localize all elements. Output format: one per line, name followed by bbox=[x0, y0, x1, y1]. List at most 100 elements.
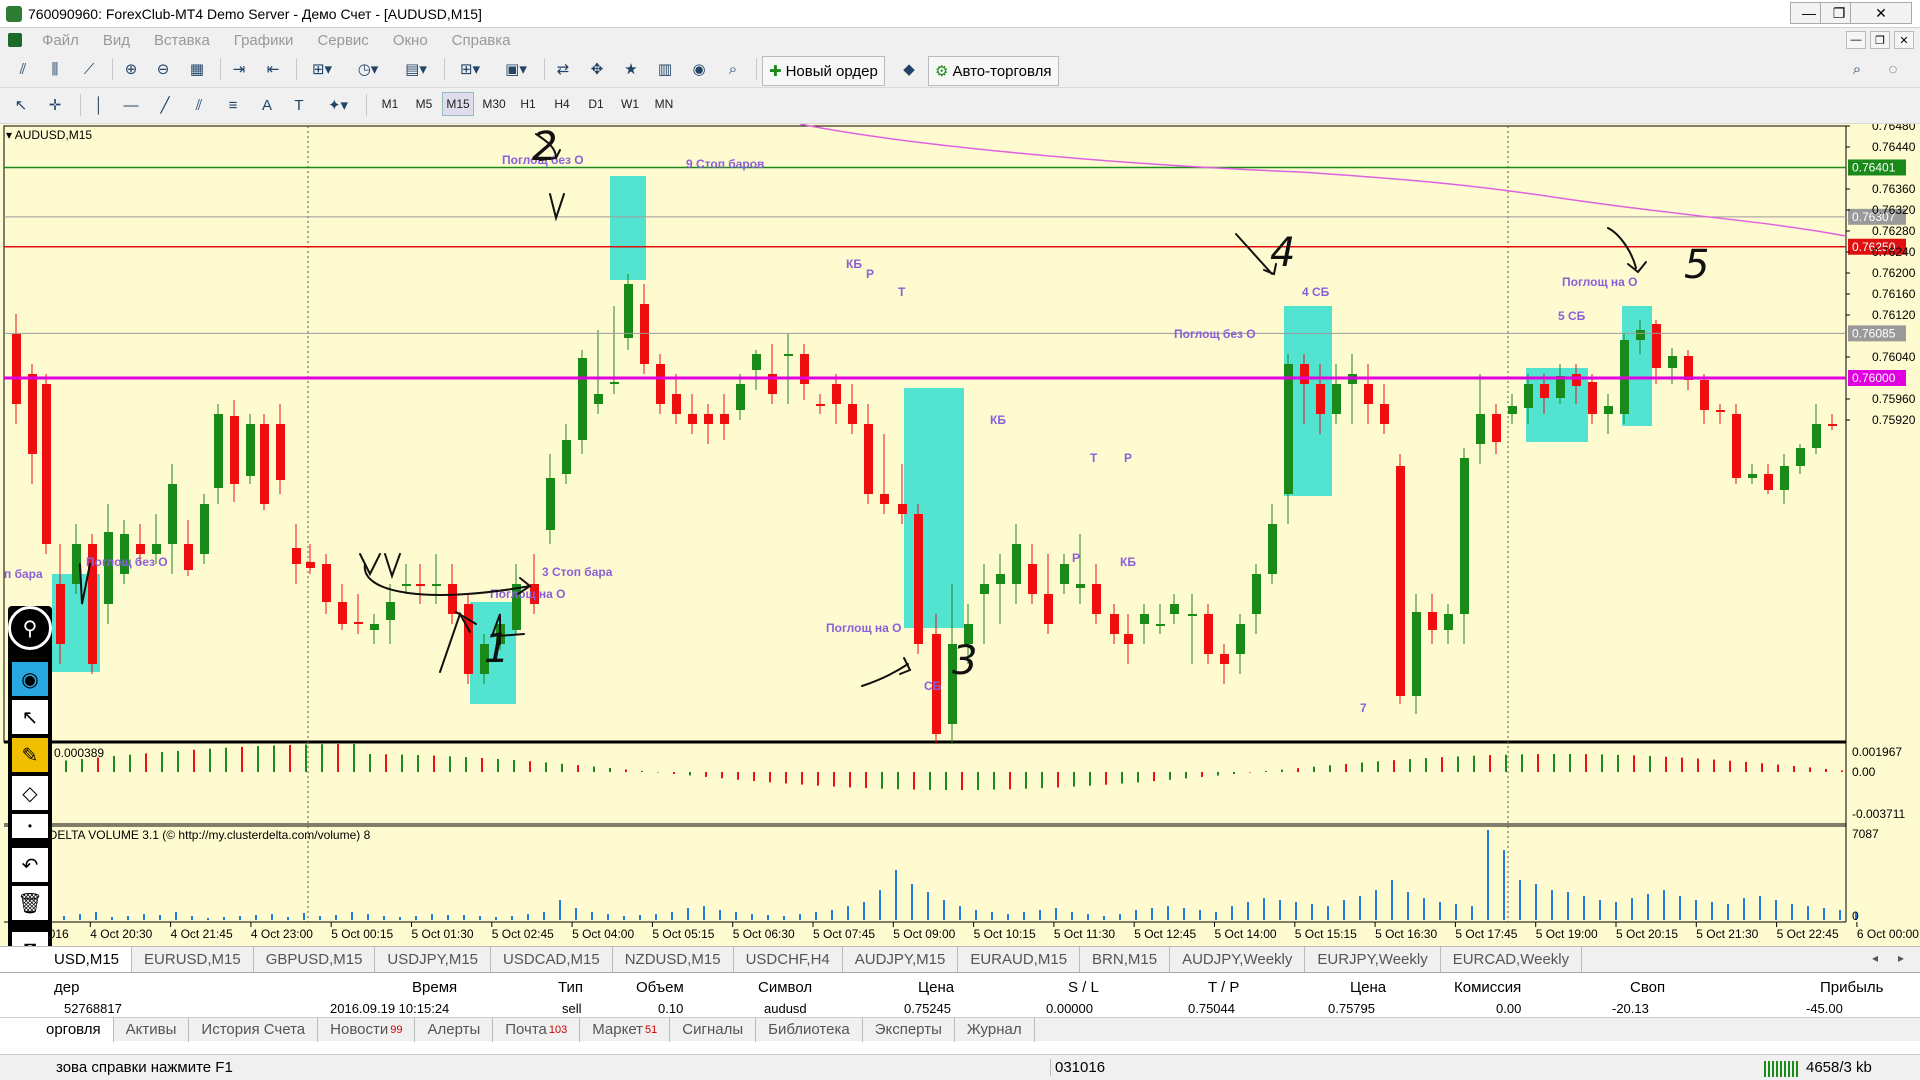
col-symbol[interactable]: Символ bbox=[758, 979, 812, 996]
tab-nzdusd-m15[interactable]: NZDUSD,M15 bbox=[613, 946, 734, 973]
templates-icon[interactable]: ▤▾ bbox=[396, 56, 436, 82]
shapes-icon[interactable]: ✦▾ bbox=[320, 92, 356, 118]
tf-h4[interactable]: H4 bbox=[546, 92, 578, 116]
pencil-icon[interactable]: ✎ bbox=[12, 738, 48, 772]
strategy-tester-icon[interactable]: ◉ bbox=[686, 56, 712, 82]
tab-mail[interactable]: Почта 103 bbox=[493, 1017, 581, 1042]
search-icon[interactable]: ⌕ bbox=[1844, 56, 1870, 82]
tf-h1[interactable]: H1 bbox=[512, 92, 544, 116]
menu-window[interactable]: Окно bbox=[381, 32, 440, 49]
undo-icon[interactable]: ↶ bbox=[12, 848, 48, 882]
tab-journal[interactable]: Журнал bbox=[955, 1017, 1035, 1042]
periods-icon[interactable]: ◷▾ bbox=[348, 56, 388, 82]
trash-icon[interactable]: 🗑 bbox=[12, 886, 48, 920]
menu-view[interactable]: Вид bbox=[91, 32, 142, 49]
tab-gbpusd-m15[interactable]: GBPUSD,M15 bbox=[254, 946, 376, 973]
line-chart-icon[interactable]: ⫽ bbox=[10, 56, 36, 82]
tf-m30[interactable]: M30 bbox=[478, 92, 510, 116]
tab-trade[interactable]: орговля bbox=[0, 1017, 114, 1042]
tab-brn-m15[interactable]: BRN,M15 bbox=[1080, 946, 1171, 973]
menu-tools[interactable]: Сервис bbox=[305, 32, 380, 49]
zoom-out-icon[interactable]: ⊖ bbox=[150, 56, 176, 82]
chart-line-icon[interactable]: ⟋ bbox=[76, 56, 102, 82]
col-commission[interactable]: Комиссия bbox=[1454, 979, 1521, 996]
tab-audjpy-weekly[interactable]: AUDJPY,Weekly bbox=[1170, 946, 1306, 973]
col-order[interactable]: дер bbox=[54, 979, 79, 996]
tab-eurjpy-weekly[interactable]: EURJPY,Weekly bbox=[1305, 946, 1441, 973]
market-watch-icon[interactable]: ⇄ bbox=[550, 56, 576, 82]
new-chart-icon[interactable]: ⊞▾ bbox=[450, 56, 490, 82]
mdi-doc-icon[interactable] bbox=[0, 30, 30, 50]
close-button[interactable]: ✕ bbox=[1850, 2, 1912, 24]
tab-alerts[interactable]: Алерты bbox=[415, 1017, 494, 1042]
text-label-icon[interactable]: T bbox=[286, 92, 312, 118]
auto-trading-button[interactable]: ⚙ Авто-торговля bbox=[928, 56, 1059, 86]
menu-file[interactable]: Файл bbox=[30, 32, 91, 49]
channel-icon[interactable]: ⫽ bbox=[186, 92, 212, 118]
terminal-icon[interactable]: ▥ bbox=[652, 56, 678, 82]
col-price[interactable]: Цена bbox=[918, 979, 954, 996]
tile-windows-icon[interactable]: ▦ bbox=[184, 56, 210, 82]
tf-m1[interactable]: M1 bbox=[374, 92, 406, 116]
tab-market[interactable]: Маркет 51 bbox=[580, 1017, 671, 1042]
table-row[interactable]: 52768817 2016.09.19 10:15:24 sell 0.10 a… bbox=[0, 1003, 1900, 1017]
fibonacci-icon[interactable]: ≡ bbox=[220, 92, 246, 118]
chat-icon[interactable]: ◌ bbox=[1880, 56, 1906, 82]
tab-audjpy-m15[interactable]: AUDJPY,M15 bbox=[843, 946, 959, 973]
search-chart-icon[interactable]: ⌕ bbox=[720, 56, 746, 82]
mdi-minimize-button[interactable]: — bbox=[1846, 31, 1866, 49]
indicators-icon[interactable]: ⊞▾ bbox=[302, 56, 342, 82]
tabs-scroll-right-icon[interactable]: ▸ bbox=[1898, 951, 1904, 965]
eye-icon[interactable]: ◉ bbox=[12, 662, 48, 696]
data-window-icon[interactable]: ★ bbox=[618, 56, 644, 82]
tab-library[interactable]: Библиотека bbox=[756, 1017, 863, 1042]
tf-m15[interactable]: M15 bbox=[442, 92, 474, 116]
tab-usdjpy-m15[interactable]: USDJPY,M15 bbox=[375, 946, 492, 973]
tf-d1[interactable]: D1 bbox=[580, 92, 612, 116]
tab-euraud-m15[interactable]: EURAUD,M15 bbox=[958, 946, 1081, 973]
eraser-icon[interactable]: ◇ bbox=[12, 776, 48, 810]
tab-experts[interactable]: Эксперты bbox=[863, 1017, 955, 1042]
menu-insert[interactable]: Вставка bbox=[142, 32, 222, 49]
new-order-button[interactable]: ✚ Новый ордер bbox=[762, 56, 885, 86]
trendline-icon[interactable]: ╱ bbox=[152, 92, 178, 118]
tab-assets[interactable]: Активы bbox=[114, 1017, 190, 1042]
chart-window[interactable]: 0.76401 0.76307 0.76250 0.76085 0.76000 0.76… bbox=[0, 124, 1920, 946]
text-icon[interactable]: A bbox=[254, 92, 280, 118]
pin-icon[interactable]: ⚲ bbox=[8, 606, 52, 650]
chart-shift-icon[interactable]: ⇤ bbox=[260, 56, 286, 82]
tab-news[interactable]: Новости 99 bbox=[318, 1017, 416, 1042]
col-profit[interactable]: Прибыль bbox=[1820, 979, 1883, 996]
tf-mn[interactable]: MN bbox=[648, 92, 680, 116]
menu-help[interactable]: Справка bbox=[440, 32, 523, 49]
horizontal-line-icon[interactable]: — bbox=[118, 92, 144, 118]
tab-eurcad-weekly[interactable]: EURCAD,Weekly bbox=[1441, 946, 1583, 973]
price-chart[interactable]: 0.764010.763070.762500.760850.76000 0.76… bbox=[0, 124, 1920, 946]
profiles-icon[interactable]: ▣▾ bbox=[496, 56, 536, 82]
bar-chart-icon[interactable]: ⫼ bbox=[42, 56, 68, 82]
col-time[interactable]: Время bbox=[412, 979, 457, 996]
brush-size-icon[interactable]: • bbox=[12, 814, 48, 838]
metaeditor-icon[interactable]: ◆ bbox=[896, 56, 922, 82]
tab-history[interactable]: История Счета bbox=[189, 1017, 319, 1042]
tab-audusd-m15[interactable]: USD,M15 bbox=[0, 946, 133, 973]
vertical-line-icon[interactable]: │ bbox=[86, 92, 112, 118]
tf-w1[interactable]: W1 bbox=[614, 92, 646, 116]
col-tp[interactable]: T / P bbox=[1208, 979, 1239, 996]
mdi-close-button[interactable]: ✕ bbox=[1894, 31, 1914, 49]
tab-eurusd-m15[interactable]: EURUSD,M15 bbox=[132, 946, 254, 973]
navigator-icon[interactable]: ✥ bbox=[584, 56, 610, 82]
col-volume[interactable]: Объем bbox=[636, 979, 684, 996]
cursor-icon[interactable]: ↖ bbox=[8, 92, 34, 118]
tf-m5[interactable]: M5 bbox=[408, 92, 440, 116]
mdi-restore-button[interactable]: ❐ bbox=[1870, 31, 1890, 49]
col-swap[interactable]: Своп bbox=[1630, 979, 1665, 996]
tabs-scroll-left-icon[interactable]: ◂ bbox=[1872, 951, 1878, 965]
autoscroll-icon[interactable]: ⇥ bbox=[226, 56, 252, 82]
crosshair-icon[interactable]: ✛ bbox=[42, 92, 68, 118]
col-sl[interactable]: S / L bbox=[1068, 979, 1099, 996]
tab-usdcad-m15[interactable]: USDCAD,M15 bbox=[491, 946, 613, 973]
tab-usdchf-h4[interactable]: USDCHF,H4 bbox=[734, 946, 843, 973]
tab-signals[interactable]: Сигналы bbox=[670, 1017, 757, 1042]
menu-charts[interactable]: Графики bbox=[222, 32, 306, 49]
